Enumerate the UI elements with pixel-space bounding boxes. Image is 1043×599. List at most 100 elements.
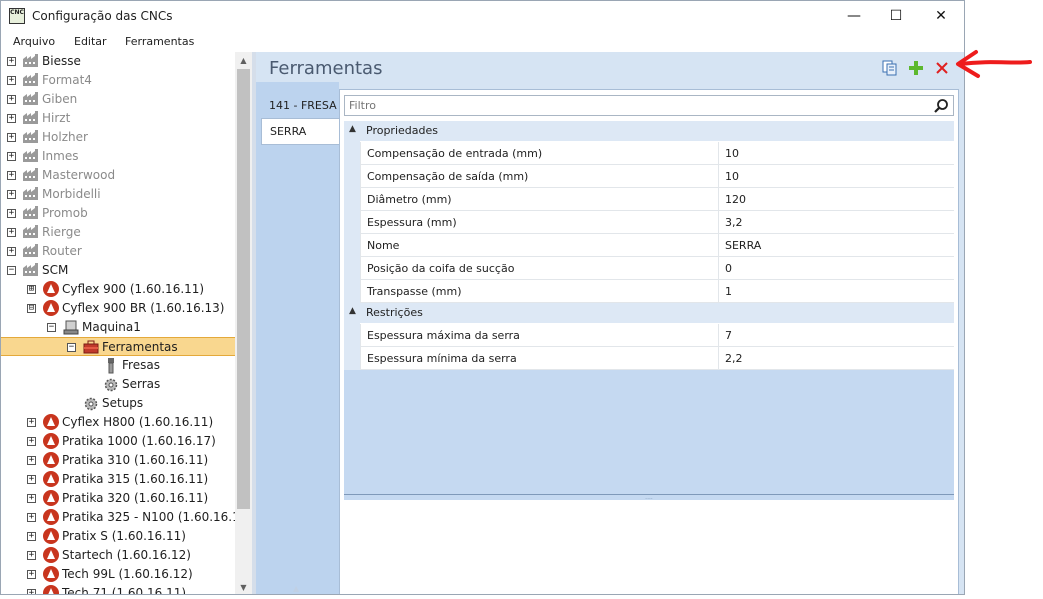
expand-toggle-icon[interactable]: + [27,456,36,465]
tree-item[interactable]: Serras [1,375,235,394]
property-row[interactable]: Espessura máxima da serra 7 [360,324,954,347]
tree-item[interactable]: + Inmes [1,147,235,166]
property-value[interactable]: 2,2 [719,347,954,369]
expand-toggle-icon[interactable]: + [7,247,16,256]
expand-toggle-icon[interactable]: + [27,437,36,446]
tree-item[interactable]: + Format4 [1,71,235,90]
expand-toggle-icon[interactable]: ⊟ [27,304,36,313]
property-value[interactable]: SERRA [719,234,954,256]
expand-toggle-icon[interactable]: + [7,95,16,104]
tree-item[interactable]: + Pratika 1000 (1.60.16.17) [1,432,235,451]
property-value[interactable]: 10 [719,142,954,164]
menu-editar[interactable]: Editar [74,35,107,48]
expand-toggle-icon[interactable]: + [27,532,36,541]
expand-toggle-icon[interactable]: + [7,152,16,161]
filter-input[interactable] [345,96,925,115]
property-row[interactable]: Espessura mínima da serra 2,2 [360,347,954,370]
tree-item[interactable]: + Startech (1.60.16.12) [1,546,235,565]
tab-serra[interactable]: SERRA [261,118,339,145]
expand-toggle-icon[interactable]: + [27,418,36,427]
expand-toggle-icon[interactable]: + [7,228,16,237]
tree-item[interactable]: + Router [1,242,235,261]
expand-toggle-icon[interactable]: + [7,114,16,123]
tree-item[interactable]: + Tech 99L (1.60.16.12) [1,565,235,584]
scroll-thumb[interactable] [237,69,250,509]
property-value[interactable]: 0 [719,257,954,279]
tree-item[interactable]: Fresas [1,356,235,375]
scroll-down-icon[interactable]: ▼ [235,579,252,594]
tree-item[interactable]: + Pratika 325 - N100 (1.60.16.11) [1,508,252,527]
maximize-button[interactable]: ☐ [873,1,919,31]
expand-toggle-icon[interactable]: + [27,570,36,579]
tree-item[interactable]: − Maquina1 [1,318,235,337]
property-row[interactable]: Transpasse (mm) 1 [360,280,954,303]
property-row[interactable]: Compensação de saída (mm) 10 [360,165,954,188]
property-row[interactable]: Posição da coifa de sucção 0 [360,257,954,280]
menu-ferramentas[interactable]: Ferramentas [125,35,194,48]
scm-logo-icon [43,414,59,430]
expand-toggle-icon[interactable]: + [27,494,36,503]
collapse-caret-icon[interactable]: ▲ [349,124,356,134]
expand-toggle-icon[interactable]: + [27,513,36,522]
toolbox-icon [83,340,99,355]
tree-item[interactable]: + Biesse [1,52,235,71]
tree-item[interactable]: + Morbidelli [1,185,235,204]
scroll-up-icon[interactable]: ▲ [235,52,252,69]
add-icon[interactable] [907,59,925,77]
tree-scrollbar[interactable]: ▲ ▼ [235,52,252,594]
expand-toggle-icon[interactable]: − [7,266,16,275]
expand-toggle-icon[interactable]: + [27,475,36,484]
property-value[interactable]: 120 [719,188,954,210]
expand-toggle-icon[interactable]: + [27,589,36,594]
search-icon[interactable] [933,98,949,114]
tree-item[interactable]: + Masterwood [1,166,235,185]
tree-item[interactable]: + Hirzt [1,109,235,128]
tree-item[interactable]: + Holzher [1,128,235,147]
expand-toggle-icon[interactable]: + [7,171,16,180]
tree-item[interactable]: + Pratika 320 (1.60.16.11) [1,489,235,508]
property-value[interactable]: 1 [719,280,954,302]
expand-toggle-icon[interactable]: − [47,323,56,332]
tree-item[interactable]: + Pratika 315 (1.60.16.11) [1,470,235,489]
tree-item[interactable]: + Rierge [1,223,235,242]
tree-item[interactable]: + Promob [1,204,235,223]
gear-icon [83,396,99,411]
delete-icon[interactable] [933,59,951,77]
grid-category[interactable]: ▲ Propriedades [344,121,954,141]
tree-item[interactable]: + Pratix S (1.60.16.11) [1,527,235,546]
scm-logo-icon [43,566,59,582]
tree-item[interactable]: + Tech 71 (1.60.16.11) [1,584,235,594]
tree-item[interactable]: + Cyflex H800 (1.60.16.11) [1,413,235,432]
property-row[interactable]: Espessura (mm) 3,2 [360,211,954,234]
expand-toggle-icon[interactable]: + [7,76,16,85]
expand-toggle-icon[interactable]: + [27,551,36,560]
copy-icon[interactable] [881,59,899,77]
close-button[interactable]: ✕ [918,1,964,31]
tree-item[interactable]: − Ferramentas [1,337,235,356]
property-row[interactable]: Diâmetro (mm) 120 [360,188,954,211]
property-row[interactable]: Compensação de entrada (mm) 10 [360,142,954,165]
tree-item-label: Cyflex H800 (1.60.16.11) [62,415,214,429]
tree-item[interactable]: + Pratika 310 (1.60.16.11) [1,451,235,470]
property-value[interactable]: 3,2 [719,211,954,233]
property-value[interactable]: 7 [719,324,954,346]
property-value[interactable]: 10 [719,165,954,187]
tree-item[interactable]: − SCM [1,261,235,280]
expand-toggle-icon[interactable]: + [7,57,16,66]
expand-toggle-icon[interactable]: ⊞ [27,285,36,294]
expand-toggle-icon[interactable]: + [7,190,16,199]
factory-icon [23,225,39,240]
collapse-caret-icon[interactable]: ▲ [349,306,356,316]
minimize-button[interactable]: — [831,1,877,31]
expand-toggle-icon[interactable]: − [67,343,76,352]
property-row[interactable]: Nome SERRA [360,234,954,257]
tab-fresa[interactable]: 141 - FRESA [261,93,339,120]
tree-item[interactable]: + Giben [1,90,235,109]
tree-item[interactable]: ⊟ Cyflex 900 BR (1.60.16.13) [1,299,235,318]
menu-arquivo[interactable]: Arquivo [13,35,55,48]
tree-item[interactable]: ⊞ Cyflex 900 (1.60.16.11) [1,280,235,299]
tree-item[interactable]: Setups [1,394,235,413]
expand-toggle-icon[interactable]: + [7,133,16,142]
expand-toggle-icon[interactable]: + [7,209,16,218]
grid-category[interactable]: ▲ Restrições [344,303,954,323]
